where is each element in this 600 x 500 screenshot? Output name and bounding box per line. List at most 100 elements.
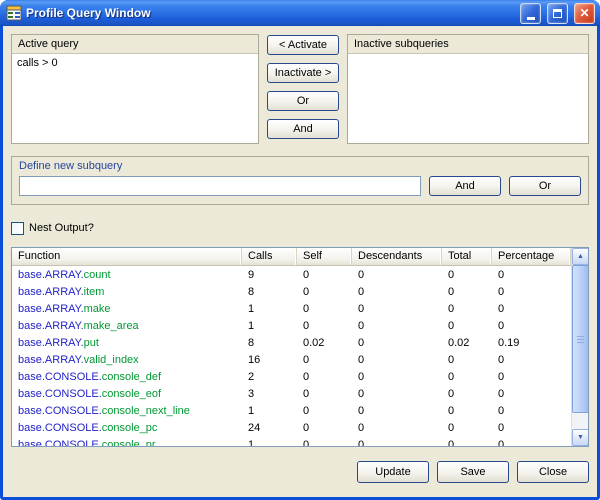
profile-query-window: Profile Query Window ✕ Active query call… (0, 0, 600, 500)
inactivate-button[interactable]: Inactivate > (267, 63, 339, 83)
maximize-icon (553, 9, 562, 18)
and-button[interactable]: And (267, 119, 339, 139)
dialog-close-button[interactable]: Close (517, 461, 589, 483)
query-actions-column: < Activate Inactivate > Or And (267, 34, 339, 144)
header-function[interactable]: Function (12, 248, 242, 265)
define-subquery-label: Define new subquery (19, 160, 581, 172)
total-cell: 0 (442, 320, 492, 332)
table-row[interactable]: base.CONSOLE.console_def20000 (12, 368, 571, 385)
define-subquery-groupbox: Define new subquery And Or (11, 156, 589, 205)
descendants-cell: 0 (352, 388, 442, 400)
total-cell: 0 (442, 269, 492, 281)
calls-cell: 8 (242, 337, 297, 349)
scrollbar-thumb[interactable] (572, 265, 589, 413)
scroll-up-icon: ▲ (577, 253, 584, 260)
nest-output-label: Nest Output? (29, 222, 94, 234)
save-button[interactable]: Save (437, 461, 509, 483)
close-button[interactable]: ✕ (574, 3, 595, 24)
nest-output-row: Nest Output? (11, 221, 589, 235)
subquery-or-button[interactable]: Or (509, 176, 581, 196)
subquery-and-button[interactable]: And (429, 176, 501, 196)
vertical-scrollbar[interactable]: ▲ ▼ (571, 248, 588, 446)
function-cell: base.CONSOLE.console_eof (12, 388, 242, 400)
calls-cell: 8 (242, 286, 297, 298)
minimize-icon (527, 17, 535, 20)
or-button[interactable]: Or (267, 91, 339, 111)
function-cell: base.ARRAY.put (12, 337, 242, 349)
self-cell: 0 (297, 388, 352, 400)
table-row[interactable]: base.ARRAY.put80.0200.020.19 (12, 334, 571, 351)
self-cell: 0 (297, 354, 352, 366)
scroll-up-button[interactable]: ▲ (572, 248, 589, 265)
header-calls[interactable]: Calls (242, 248, 297, 265)
table-row[interactable]: base.ARRAY.make10000 (12, 300, 571, 317)
active-query-label: Active query (12, 35, 258, 53)
minimize-button[interactable] (520, 3, 541, 24)
self-cell: 0 (297, 286, 352, 298)
update-button[interactable]: Update (357, 461, 429, 483)
calls-cell: 24 (242, 422, 297, 434)
active-query-item[interactable]: calls > 0 (17, 57, 253, 69)
percentage-cell: 0 (492, 269, 571, 281)
header-self[interactable]: Self (297, 248, 352, 265)
percentage-cell: 0 (492, 422, 571, 434)
total-cell: 0 (442, 422, 492, 434)
calls-cell: 16 (242, 354, 297, 366)
self-cell: 0 (297, 422, 352, 434)
function-cell: base.ARRAY.count (12, 269, 242, 281)
percentage-cell: 0 (492, 439, 571, 447)
self-cell: 0 (297, 405, 352, 417)
active-query-list[interactable]: calls > 0 (12, 53, 258, 143)
self-cell: 0 (297, 303, 352, 315)
self-cell: 0 (297, 439, 352, 447)
activate-button[interactable]: < Activate (267, 35, 339, 55)
percentage-cell: 0 (492, 320, 571, 332)
scroll-down-button[interactable]: ▼ (572, 429, 589, 446)
percentage-cell: 0 (492, 388, 571, 400)
total-cell: 0 (442, 371, 492, 383)
header-descendants[interactable]: Descendants (352, 248, 442, 265)
maximize-button[interactable] (547, 3, 568, 24)
nest-output-checkbox[interactable] (11, 222, 24, 235)
descendants-cell: 0 (352, 354, 442, 366)
table-row[interactable]: base.CONSOLE.console_eof30000 (12, 385, 571, 402)
percentage-cell: 0 (492, 303, 571, 315)
active-query-groupbox: Active query calls > 0 (11, 34, 259, 144)
header-percentage[interactable]: Percentage (492, 248, 571, 265)
percentage-cell: 0 (492, 405, 571, 417)
descendants-cell: 0 (352, 337, 442, 349)
descendants-cell: 0 (352, 439, 442, 447)
inactive-subqueries-list[interactable] (348, 53, 588, 143)
table-row[interactable]: base.CONSOLE.console_pc240000 (12, 419, 571, 436)
total-cell: 0 (442, 388, 492, 400)
function-cell: base.CONSOLE.console_pr (12, 439, 242, 447)
descendants-cell: 0 (352, 320, 442, 332)
self-cell: 0 (297, 320, 352, 332)
descendants-cell: 0 (352, 286, 442, 298)
calls-cell: 1 (242, 303, 297, 315)
function-cell: base.CONSOLE.console_next_line (12, 405, 242, 417)
titlebar[interactable]: Profile Query Window ✕ (0, 0, 600, 26)
function-cell: base.CONSOLE.console_pc (12, 422, 242, 434)
table-row[interactable]: base.CONSOLE.console_pr10000 (12, 436, 571, 446)
total-cell: 0 (442, 405, 492, 417)
table-body: base.ARRAY.count90000base.ARRAY.item8000… (12, 266, 571, 446)
self-cell: 0 (297, 371, 352, 383)
descendants-cell: 0 (352, 269, 442, 281)
define-subquery-row: And Or (19, 176, 581, 196)
percentage-cell: 0 (492, 286, 571, 298)
footer-buttons: Update Save Close (11, 461, 589, 483)
table-row[interactable]: base.ARRAY.make_area10000 (12, 317, 571, 334)
table-row[interactable]: base.ARRAY.item80000 (12, 283, 571, 300)
table-row[interactable]: base.ARRAY.count90000 (12, 266, 571, 283)
inactive-subqueries-groupbox: Inactive subqueries (347, 34, 589, 144)
calls-cell: 9 (242, 269, 297, 281)
header-total[interactable]: Total (442, 248, 492, 265)
percentage-cell: 0 (492, 354, 571, 366)
subquery-input[interactable] (19, 176, 421, 196)
total-cell: 0 (442, 286, 492, 298)
table-row[interactable]: base.ARRAY.valid_index160000 (12, 351, 571, 368)
table-row[interactable]: base.CONSOLE.console_next_line10000 (12, 402, 571, 419)
total-cell: 0 (442, 303, 492, 315)
total-cell: 0 (442, 354, 492, 366)
